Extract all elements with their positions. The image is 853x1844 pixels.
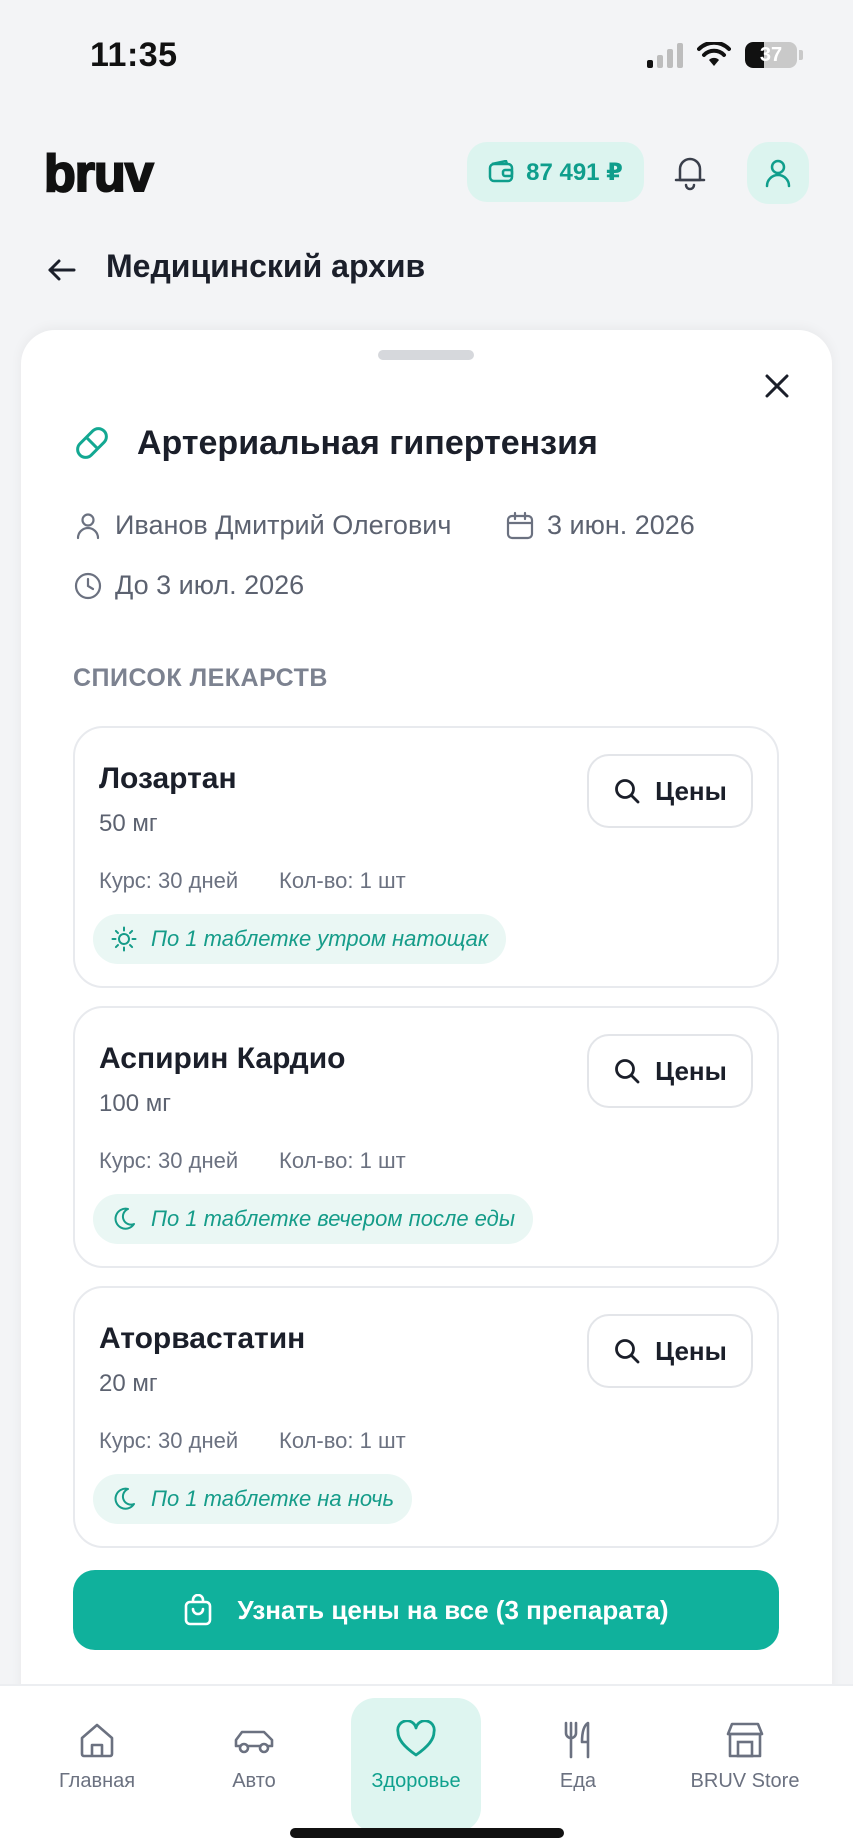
store-icon <box>726 1722 764 1758</box>
pill-icon <box>76 427 108 459</box>
nav-item-food[interactable]: Еда <box>513 1698 643 1832</box>
search-icon <box>615 779 640 804</box>
cellular-signal-icon <box>647 42 683 68</box>
search-icon <box>615 1059 640 1084</box>
date-row: 3 июн. 2026 <box>505 510 695 541</box>
nav-item-health[interactable]: Здоровье <box>351 1698 481 1832</box>
balance-amount: 87 491 ₽ <box>526 158 623 186</box>
sun-icon <box>111 926 137 952</box>
moon-icon <box>114 1487 135 1510</box>
calendar-icon <box>506 511 534 539</box>
nav-label: Здоровье <box>371 1770 461 1792</box>
medication-card: Аспирин Кардио 100 мг Курс: 30 дней Кол-… <box>73 1006 779 1268</box>
medication-name: Аспирин Кардио <box>99 1042 346 1075</box>
nav-item-store[interactable]: BRUV Store <box>680 1698 810 1832</box>
patient-name: Иванов Дмитрий Олегович <box>115 510 452 540</box>
nav-label: Авто <box>232 1770 276 1792</box>
medication-list-title: СПИСОК ЛЕКАРСТВ <box>73 664 328 692</box>
search-icon <box>615 1339 640 1364</box>
nav-item-home[interactable]: Главная <box>32 1698 162 1832</box>
dosage-instruction-text: По 1 таблетке утром натощак <box>151 926 489 951</box>
dosage-instruction-text: По 1 таблетке вечером после еды <box>151 1206 516 1231</box>
prices-button-label: Цены <box>655 1335 727 1366</box>
balance-button[interactable]: 87 491 ₽ <box>467 142 644 202</box>
prices-button-label: Цены <box>655 1055 727 1086</box>
bell-icon[interactable] <box>670 152 710 192</box>
wifi-icon <box>697 42 731 66</box>
prices-button[interactable]: Цены <box>587 1034 753 1108</box>
valid-until: До 3 июл. 2026 <box>115 570 305 600</box>
nav-label: Еда <box>559 1770 597 1792</box>
status-time: 11:35 <box>90 36 178 74</box>
dosage-instruction-text: По 1 таблетке на ночь <box>151 1486 395 1511</box>
person-icon <box>76 512 100 539</box>
moon-icon <box>114 1207 135 1230</box>
page-header: Медицинский архив <box>0 240 853 300</box>
heart-icon <box>396 1720 436 1757</box>
user-icon <box>765 159 791 188</box>
bruv-logo[interactable]: bruv <box>43 144 155 204</box>
shopping-bag-icon <box>185 1594 212 1626</box>
close-icon[interactable] <box>761 370 793 402</box>
diagnosis-sheet: Артериальная гипертензия Иванов Дмитрий … <box>21 330 832 1844</box>
medication-name: Аторвастатин <box>99 1322 306 1355</box>
battery-icon: 37 <box>745 42 797 68</box>
medication-dose: 100 мг <box>99 1090 171 1117</box>
nav-label: Главная <box>58 1770 136 1792</box>
medication-quantity: Кол-во: 1 шт <box>279 1428 406 1453</box>
dosage-instruction: По 1 таблетке на ночь <box>93 1474 413 1524</box>
prices-button-label: Цены <box>655 775 727 806</box>
home-indicator <box>290 1828 564 1838</box>
nav-item-auto[interactable]: Авто <box>189 1698 319 1832</box>
battery-level: 37 <box>759 44 783 66</box>
check-all-prices-button[interactable]: Узнать цены на все (3 препарата) <box>73 1570 779 1650</box>
diagnosis-title: Артериальная гипертензия <box>137 423 598 462</box>
medication-dose: 50 мг <box>99 810 158 837</box>
app-header: bruv 87 491 ₽ <box>0 110 853 230</box>
clock-icon <box>74 572 102 599</box>
sheet-grabber[interactable] <box>378 350 474 360</box>
status-icons: 37 <box>647 42 803 68</box>
medication-dose: 20 мг <box>99 1370 158 1397</box>
battery-nub <box>799 50 803 60</box>
nav-label: BRUV Store <box>690 1770 800 1792</box>
medication-name: Лозартан <box>99 762 237 795</box>
prescription-date: 3 июн. 2026 <box>547 510 695 540</box>
prices-button[interactable]: Цены <box>587 754 753 828</box>
medication-course: Курс: 30 дней <box>99 1148 239 1173</box>
patient-row: Иванов Дмитрий Олегович <box>73 510 451 541</box>
utensils-icon <box>564 1721 590 1759</box>
page-title: Медицинский архив <box>106 248 426 284</box>
sheet-title-row: Артериальная гипертензия <box>71 422 598 464</box>
medication-quantity: Кол-во: 1 шт <box>279 1148 406 1173</box>
medication-card: Аторвастатин 20 мг Курс: 30 дней Кол-во:… <box>73 1286 779 1548</box>
prices-button[interactable]: Цены <box>587 1314 753 1388</box>
medication-course: Курс: 30 дней <box>99 1428 239 1453</box>
medication-card: Лозартан 50 мг Курс: 30 дней Кол-во: 1 ш… <box>73 726 779 988</box>
dosage-instruction: По 1 таблетке вечером после еды <box>93 1194 534 1244</box>
status-bar: 11:35 37 <box>0 0 853 110</box>
back-arrow-icon[interactable] <box>46 254 78 286</box>
medication-quantity: Кол-во: 1 шт <box>279 868 406 893</box>
check-all-prices-label: Узнать цены на все (3 препарата) <box>237 1594 669 1625</box>
medication-course: Курс: 30 дней <box>99 868 239 893</box>
wallet-icon <box>488 160 514 183</box>
car-icon <box>234 1730 274 1754</box>
profile-button[interactable] <box>747 142 809 204</box>
dosage-instruction: По 1 таблетке утром натощак <box>93 914 507 964</box>
home-icon <box>80 1723 114 1758</box>
until-row: До 3 июл. 2026 <box>73 570 304 601</box>
bottom-navigation: Главная Авто Здоровье Еда BRUV Store <box>0 1684 853 1844</box>
